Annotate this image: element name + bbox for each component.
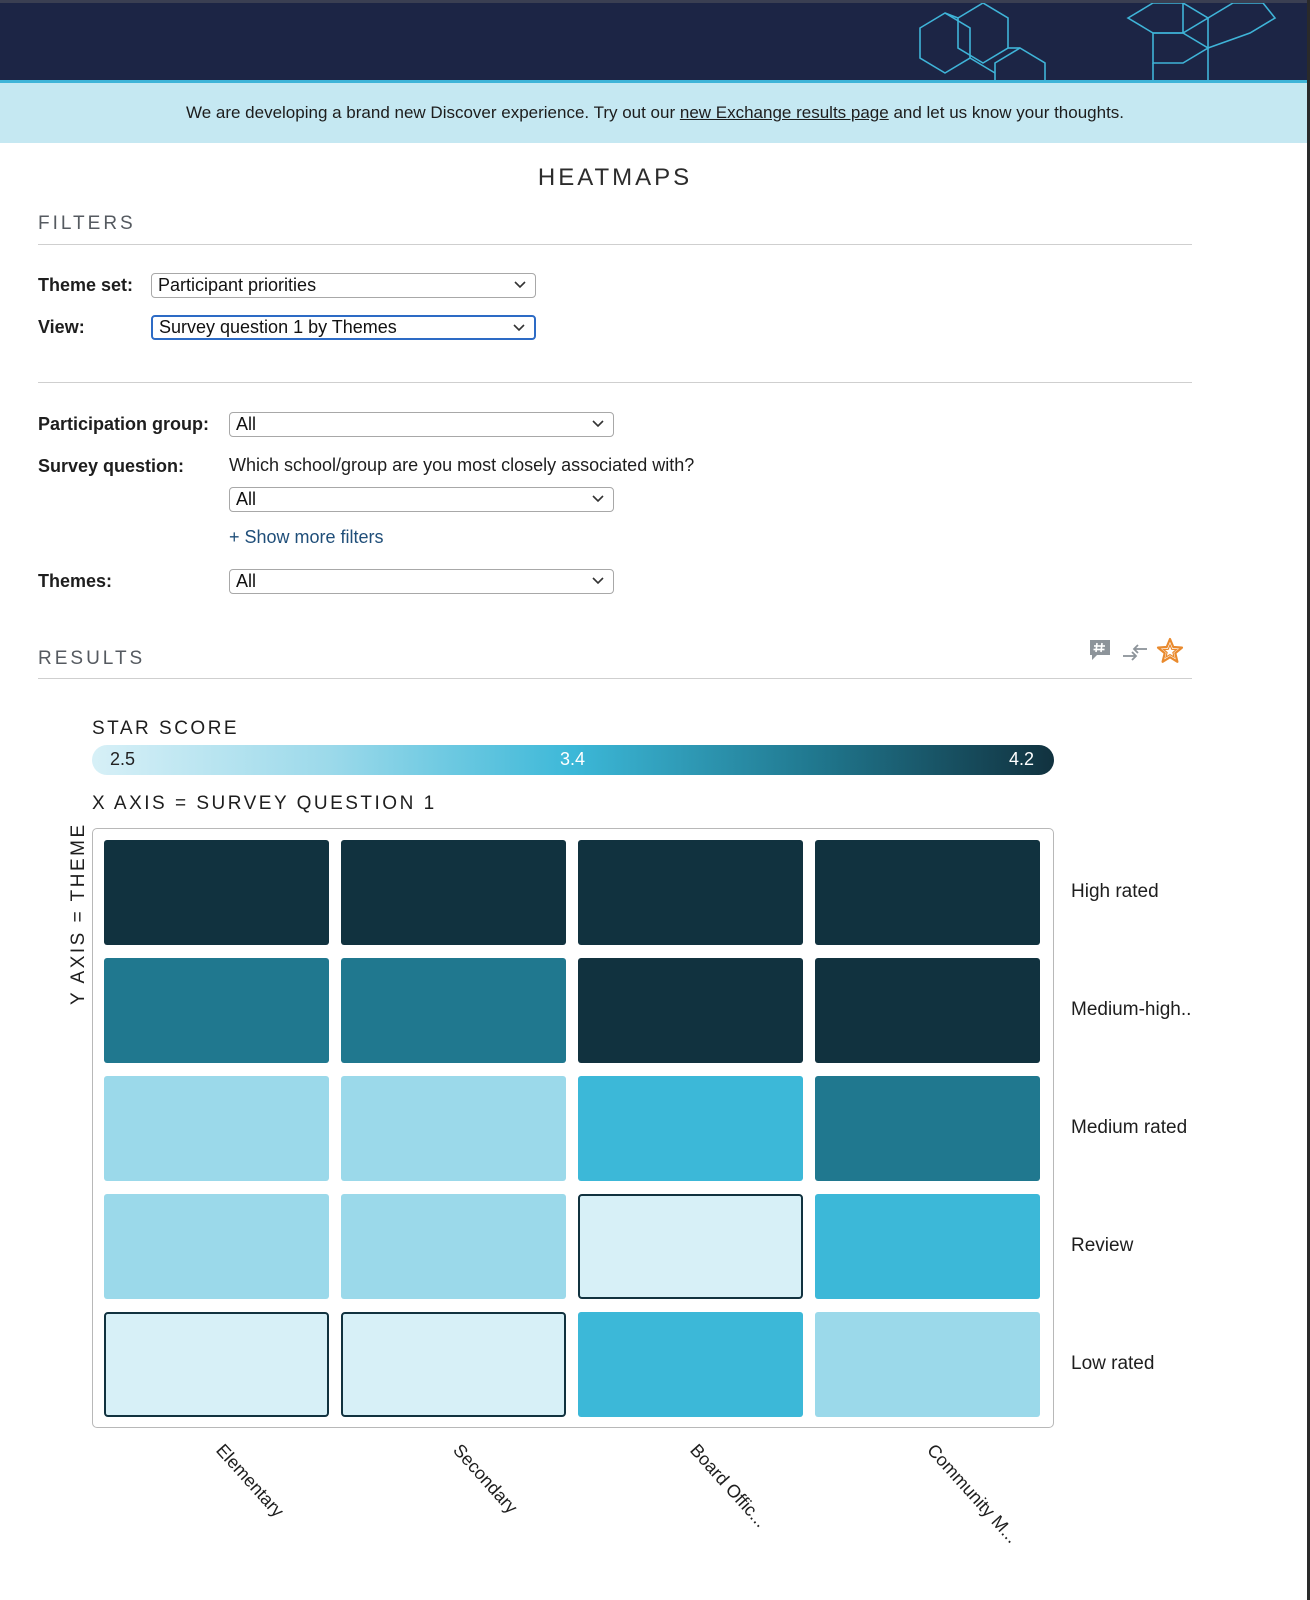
participation-group-value: All <box>236 414 257 434</box>
participation-group-label: Participation group: <box>38 414 209 434</box>
x-axis-title: X AXIS = SURVEY QUESTION 1 <box>92 793 437 814</box>
heatmap-cell[interactable] <box>578 958 803 1063</box>
theme-set-value: Participant priorities <box>158 275 317 295</box>
heatmap-cell[interactable] <box>578 1194 803 1299</box>
heatmap-cell[interactable] <box>341 840 566 945</box>
chevron-down-icon <box>592 495 604 503</box>
chevron-down-icon <box>592 577 604 585</box>
star-icon[interactable] <box>1156 637 1184 665</box>
heatmap-cell[interactable] <box>578 1312 803 1417</box>
themes-select[interactable]: All <box>229 569 614 594</box>
heatmap-column-label: Board Offic... <box>685 1440 771 1532</box>
y-axis-title: Y AXIS = THEME <box>68 822 89 1005</box>
heatmap-row-label: Review <box>1071 1234 1134 1256</box>
filters-subdivider <box>38 382 1192 383</box>
heatmap-cell[interactable] <box>815 1312 1040 1417</box>
heatmap-cell[interactable] <box>341 1076 566 1181</box>
heatmap-column-label: Secondary <box>448 1440 522 1518</box>
scale-mid-label: 3.4 <box>560 749 586 769</box>
participation-group-select[interactable]: All <box>229 412 614 437</box>
heatmap-cell[interactable] <box>815 1194 1040 1299</box>
results-divider <box>38 678 1192 679</box>
view-label: View: <box>38 317 85 337</box>
page-title: HEATMAPS <box>537 164 693 191</box>
heatmap-cell[interactable] <box>815 1076 1040 1181</box>
heatmap-cell[interactable] <box>104 1076 329 1181</box>
site-header <box>0 0 1310 83</box>
feedback-banner: We are developing a brand new Discover e… <box>0 83 1310 143</box>
swap-arrows-icon[interactable] <box>1121 641 1149 663</box>
comment-hashtag-icon[interactable] <box>1087 637 1113 663</box>
filters-heading: FILTERS <box>38 213 136 234</box>
scale-max-label: 4.2 <box>1009 749 1035 769</box>
heatmap-row-label: High rated <box>1071 880 1159 902</box>
heatmap-row-label: Low rated <box>1071 1352 1155 1374</box>
heatmap-cell[interactable] <box>341 1312 566 1417</box>
show-more-filters-link[interactable]: + Show more filters <box>229 527 384 548</box>
results-heading: RESULTS <box>38 648 146 669</box>
survey-question-label: Survey question: <box>38 456 185 476</box>
chevron-down-icon <box>592 420 604 428</box>
heatmap-grid <box>104 840 1040 1417</box>
heatmap-column-label: Community M... <box>922 1440 1022 1548</box>
themes-value: All <box>236 571 257 591</box>
heatmap-cell[interactable] <box>104 958 329 1063</box>
view-value: Survey question 1 by Themes <box>159 317 397 337</box>
heatmap-cell[interactable] <box>104 840 329 945</box>
chevron-down-icon <box>513 324 525 332</box>
star-score-title: STAR SCORE <box>92 718 240 739</box>
heatmap-cell[interactable] <box>815 958 1040 1063</box>
survey-question-text: Which school/group are you most closely … <box>229 455 695 475</box>
heatmap-cell[interactable] <box>341 1194 566 1299</box>
y-axis-title-wrap: Y AXIS = THEME <box>68 822 90 1005</box>
banner-text-before: We are developing a brand new Discover e… <box>185 103 680 122</box>
heatmap-row-label: Medium-high.. <box>1071 998 1192 1020</box>
view-select[interactable]: Survey question 1 by Themes <box>151 315 536 340</box>
heatmap-column-label: Elementary <box>211 1440 288 1522</box>
theme-set-label: Theme set: <box>38 275 134 295</box>
heatmap-cell[interactable] <box>104 1194 329 1299</box>
filters-divider <box>38 244 1192 245</box>
chevron-down-icon <box>514 281 526 289</box>
star-score-scale-bar: 2.5 3.4 4.2 <box>92 745 1054 775</box>
heatmap-cell[interactable] <box>815 840 1040 945</box>
heatmap-cell[interactable] <box>104 1312 329 1417</box>
themes-label: Themes: <box>38 571 113 591</box>
heatmap-row-label: Medium rated <box>1071 1116 1188 1138</box>
scale-min-label: 2.5 <box>110 749 136 769</box>
banner-text-after: and let us know your thoughts. <box>888 103 1125 122</box>
heatmap-cell[interactable] <box>341 958 566 1063</box>
survey-question-value: All <box>236 489 257 509</box>
theme-set-select[interactable]: Participant priorities <box>151 273 536 298</box>
survey-question-select[interactable]: All <box>229 487 614 512</box>
heatmap-cell[interactable] <box>578 840 803 945</box>
new-exchange-results-link[interactable]: new Exchange results page <box>680 103 889 122</box>
hexagon-pattern-decoration <box>919 3 1277 83</box>
heatmap-cell[interactable] <box>578 1076 803 1181</box>
